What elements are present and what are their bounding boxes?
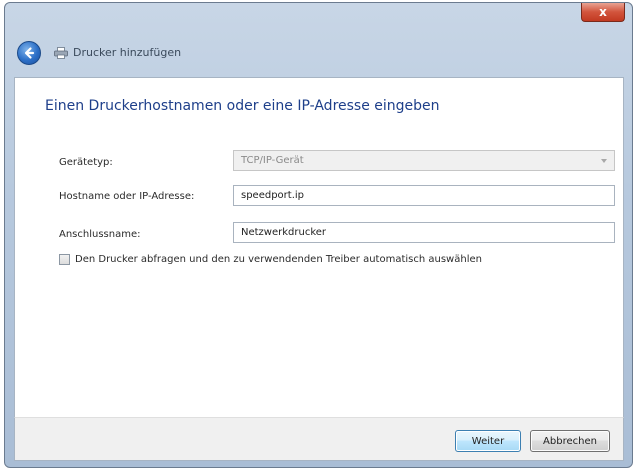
hostname-label: Hostname oder IP-Adresse: <box>59 191 195 202</box>
port-name-value: Netzwerkdrucker <box>241 227 327 238</box>
titlebar: x Drucker hinzufügen <box>5 3 632 77</box>
port-name-label: Anschlussname: <box>59 229 141 240</box>
auto-driver-checkbox[interactable] <box>59 254 70 265</box>
device-type-select[interactable]: TCP/IP-Gerät <box>233 150 615 171</box>
cancel-button[interactable]: Abbrechen <box>530 430 610 452</box>
hostname-input[interactable]: speedport.ip <box>233 185 615 206</box>
close-icon: x <box>599 5 607 19</box>
window-title: Drucker hinzufügen <box>73 46 182 59</box>
back-button[interactable] <box>17 41 41 65</box>
printer-icon <box>54 47 68 59</box>
dialog-content: Einen Druckerhostnamen oder eine IP-Adre… <box>14 77 624 417</box>
next-button[interactable]: Weiter <box>455 430 521 452</box>
dialog-footer: Weiter Abbrechen <box>14 417 624 461</box>
port-name-input[interactable]: Netzwerkdrucker <box>233 222 615 243</box>
auto-driver-checkbox-label: Den Drucker abfragen und den zu verwende… <box>75 254 482 265</box>
device-type-value: TCP/IP-Gerät <box>241 155 304 166</box>
hostname-value: speedport.ip <box>241 190 305 201</box>
close-button[interactable]: x <box>581 3 625 22</box>
auto-driver-option[interactable]: Den Drucker abfragen und den zu verwende… <box>59 254 482 265</box>
back-arrow-icon <box>24 47 35 59</box>
device-type-label: Gerätetyp: <box>59 157 113 168</box>
chevron-down-icon <box>601 159 607 163</box>
page-heading: Einen Druckerhostnamen oder eine IP-Adre… <box>45 98 440 114</box>
add-printer-dialog-window: x Drucker hinzufügen Einen Druckerhostna… <box>4 2 633 468</box>
